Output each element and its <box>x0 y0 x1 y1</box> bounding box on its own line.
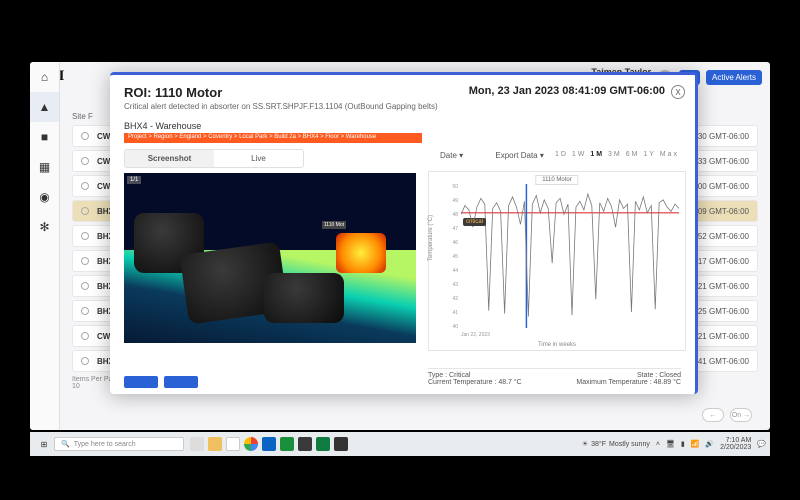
tray-wifi-icon[interactable]: 📶 <box>691 440 700 448</box>
pager-next[interactable]: On → <box>730 408 752 422</box>
row-radio-icon[interactable] <box>81 282 89 290</box>
app-icon-1[interactable] <box>226 437 240 451</box>
hotspot-icon <box>336 233 386 273</box>
pager: ← On → <box>702 408 752 422</box>
modal-subtitle: Critical alert detected in absorter on S… <box>124 102 681 111</box>
range-3m[interactable]: 3M <box>608 151 622 158</box>
row-radio-icon[interactable] <box>81 207 89 215</box>
rail-user-icon[interactable]: ◉ <box>30 182 59 212</box>
tab-screenshot[interactable]: Screenshot <box>125 150 214 167</box>
pager-prev[interactable]: ← <box>702 408 724 422</box>
taskbar-clock[interactable]: 7:10 AM 2/20/2023 <box>720 437 751 451</box>
modal-action-buttons <box>124 376 198 388</box>
tray-volume-icon[interactable]: 🔊 <box>705 440 714 448</box>
chrome-icon[interactable] <box>244 437 258 451</box>
critical-threshold-label: critical <box>463 218 486 226</box>
rail-alerts-icon[interactable]: ▲ <box>30 92 59 122</box>
row-radio-icon[interactable] <box>81 132 89 140</box>
tray-chevron-icon[interactable]: ˄ <box>656 441 660 448</box>
modal-footer-stats: Type : Critical Current Temperature : 48… <box>428 368 681 386</box>
app-icon-4[interactable] <box>334 437 348 451</box>
thermal-image[interactable]: 1110 Mot 1/1 <box>124 173 416 343</box>
rail-grid-icon[interactable]: ▦ <box>30 152 59 182</box>
time-range-selector: 1D 1W 1M 3M 6M 1Y Max <box>555 151 679 158</box>
edge-icon[interactable] <box>262 437 276 451</box>
taskbar-search[interactable]: 🔍 Type here to search <box>54 437 184 451</box>
taskview-icon[interactable] <box>190 437 204 451</box>
search-icon: 🔍 <box>61 440 70 448</box>
weather-widget[interactable]: ☀ 38°F Mostly sunny <box>582 440 650 448</box>
row-radio-icon[interactable] <box>81 232 89 240</box>
range-1d[interactable]: 1D <box>555 151 568 158</box>
temperature-chart[interactable]: 1110 Motor Temperature (°C) Time in week… <box>428 171 686 351</box>
close-icon[interactable]: X <box>671 85 685 99</box>
tray-battery-icon[interactable]: ▮ <box>681 440 685 448</box>
notifications-icon[interactable]: 💬 <box>757 440 766 448</box>
row-radio-icon[interactable] <box>81 332 89 340</box>
rail-video-icon[interactable]: ■ <box>30 122 59 152</box>
range-1w[interactable]: 1W <box>572 151 587 158</box>
rail-settings-icon[interactable]: ✻ <box>30 212 59 242</box>
app-icon-3[interactable] <box>298 437 312 451</box>
system-tray: ☀ 38°F Mostly sunny ˄ 🖥 ▮ 📶 🔊 7:10 AM 2/… <box>582 437 766 451</box>
windows-taskbar: ⊞ 🔍 Type here to search ☀ 38°F Mostly su… <box>30 432 770 456</box>
modal-location: BHX4 - Warehouse <box>124 121 681 131</box>
chart-xtick: Jan 22, 2023 <box>461 332 679 338</box>
app-icon-2[interactable] <box>280 437 294 451</box>
start-button-icon[interactable]: ⊞ <box>34 440 54 449</box>
row-radio-icon[interactable] <box>81 357 89 365</box>
modal-action-1[interactable] <box>124 376 158 388</box>
left-rail: ⌂ ▲ ■ ▦ ◉ ✻ <box>30 62 60 430</box>
row-radio-icon[interactable] <box>81 307 89 315</box>
chart-ylabel: Temperature (°C) <box>428 215 434 261</box>
range-6m[interactable]: 6M <box>626 151 640 158</box>
view-tabs: Screenshot Live <box>124 149 304 168</box>
row-radio-icon[interactable] <box>81 157 89 165</box>
row-radio-icon[interactable] <box>81 182 89 190</box>
weather-icon: ☀ <box>582 440 588 448</box>
tray-icon-1[interactable]: 🖥 <box>666 440 675 448</box>
modal-timestamp: Mon, 23 Jan 2023 08:41:09 GMT-06:00 <box>469 85 665 97</box>
row-radio-icon[interactable] <box>81 257 89 265</box>
range-1m[interactable]: 1M <box>590 151 604 158</box>
date-dropdown[interactable]: Date ▾ <box>440 151 463 160</box>
rail-home-icon[interactable]: ⌂ <box>30 62 59 92</box>
roi-detail-modal: ROI: 1110 Motor Critical alert detected … <box>110 72 698 394</box>
range-1y[interactable]: 1Y <box>643 151 655 158</box>
explorer-icon[interactable] <box>208 437 222 451</box>
modal-action-2[interactable] <box>164 376 198 388</box>
taskbar-apps <box>190 437 348 451</box>
range-max[interactable]: Max <box>660 151 679 158</box>
chart-controls: Date ▾ Export Data ▾ <box>440 151 544 160</box>
chart-xlabel: Time in weeks <box>538 342 576 348</box>
roi-overlay-label: 1110 Mot <box>322 221 346 229</box>
tab-live[interactable]: Live <box>214 150 303 167</box>
image-count-badge: 1/1 <box>127 176 141 184</box>
export-dropdown[interactable]: Export Data ▾ <box>495 151 543 160</box>
header-btn-2[interactable]: Active Alerts <box>706 70 762 85</box>
items-per-page-value[interactable]: 10 <box>72 383 80 390</box>
excel-icon[interactable] <box>316 437 330 451</box>
search-placeholder: Type here to search <box>74 441 136 448</box>
breadcrumb[interactable]: Project > Region > England > Coventry > … <box>124 133 422 143</box>
